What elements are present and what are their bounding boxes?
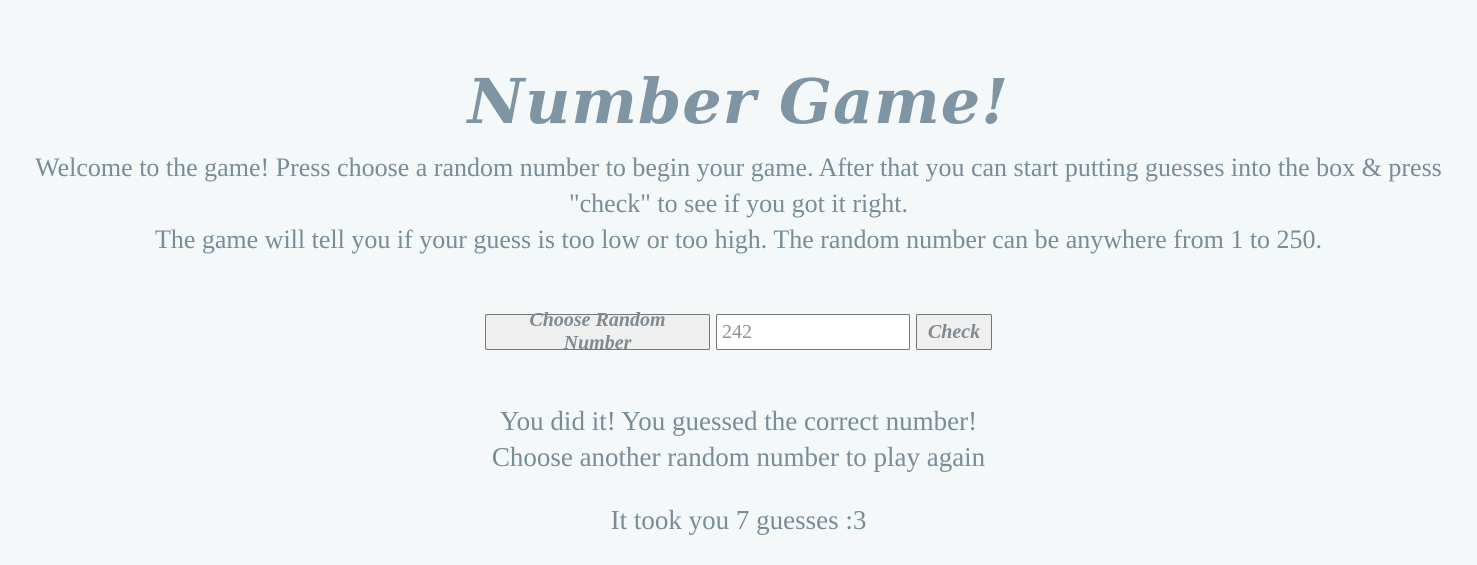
success-message: You did it! You guessed the correct numb… bbox=[499, 406, 978, 436]
instructions: Welcome to the game! Press choose a rand… bbox=[0, 150, 1477, 258]
play-again-prompt: Choose another random number to play aga… bbox=[491, 442, 986, 472]
game-controls: Choose Random Number Check bbox=[0, 309, 1477, 354]
check-button[interactable]: Check bbox=[916, 314, 992, 350]
instructions-line-3: The game will tell you if your guess is … bbox=[154, 225, 1323, 254]
page-title: Number Game! bbox=[467, 64, 1010, 138]
instructions-line-2: "check" to see if you got it right. bbox=[569, 189, 908, 218]
choose-random-number-button[interactable]: Choose Random Number bbox=[485, 309, 710, 354]
guess-input[interactable] bbox=[716, 314, 910, 350]
guess-count: It took you 7 guesses :3 bbox=[610, 505, 867, 535]
result-message: You did it! You guessed the correct numb… bbox=[0, 403, 1477, 475]
instructions-line-1: Welcome to the game! Press choose a rand… bbox=[35, 153, 1442, 182]
